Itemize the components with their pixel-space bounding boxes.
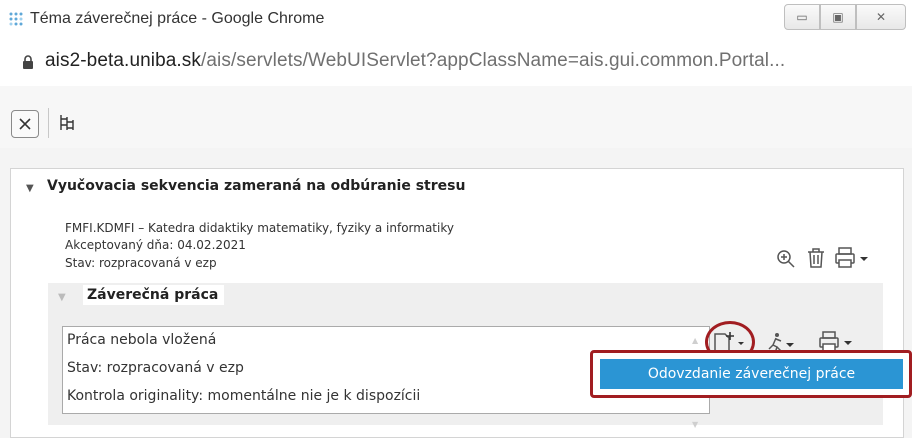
scroll-down-icon[interactable]: ▼: [692, 420, 698, 429]
window-title: Téma záverečnej práce - Google Chrome: [30, 10, 325, 27]
hierarchy-icon[interactable]: [58, 114, 76, 132]
sequence-status-text: Stav: rozpracovaná v ezp: [65, 256, 217, 270]
minimize-icon: ▭: [796, 10, 808, 24]
address-bar[interactable]: ais2-beta.uniba.sk/ais/servlets/WebUISer…: [0, 40, 912, 87]
thesis-line: Stav: rozpracovaná v ezp: [67, 360, 244, 376]
department-text: FMFI.KDMFI – Katedra didaktiky matematik…: [65, 221, 454, 235]
thesis-line: Práca nebola vložená: [67, 332, 217, 348]
scroll-up-icon[interactable]: ▲: [692, 336, 698, 345]
window-controls: ▭ ▣ ✕: [784, 4, 906, 30]
thesis-title: Záverečná práca: [83, 285, 225, 305]
sequence-title: Vyučovacia sekvencia zameraná na odbúran…: [47, 178, 466, 194]
url-path: /ais/servlets/WebUIServlet?appClassName=…: [201, 50, 786, 71]
close-icon: [19, 118, 31, 130]
url-text[interactable]: ais2-beta.uniba.sk/ais/servlets/WebUISer…: [45, 50, 785, 72]
zoom-in-icon[interactable]: [776, 249, 796, 269]
app-toolbar: [0, 86, 912, 149]
submit-thesis-menu-item[interactable]: Odovzdanie záverečnej práce: [600, 359, 903, 389]
maximize-button[interactable]: ▣: [820, 4, 856, 30]
toolbar-divider: [48, 108, 49, 138]
accepted-date-text: Akceptovaný dňa: 04.02.2021: [65, 238, 246, 252]
window-titlebar: Téma záverečnej práce - Google Chrome ▭ …: [0, 0, 912, 40]
collapse-arrow-icon[interactable]: ▼: [26, 183, 34, 194]
trash-icon[interactable]: [806, 247, 826, 269]
maximize-icon: ▣: [832, 10, 844, 24]
url-host: ais2-beta.uniba.sk: [45, 50, 202, 71]
minimize-button[interactable]: ▭: [784, 4, 820, 30]
close-window-button[interactable]: ✕: [856, 4, 906, 30]
close-window-icon: ✕: [875, 10, 887, 24]
dropdown-menu: Odovzdanie záverečnej práce: [590, 350, 912, 398]
app-icon: [9, 12, 23, 26]
thesis-line: Kontrola originality: momentálne nie je …: [67, 388, 421, 404]
close-dialog-button[interactable]: [11, 110, 39, 138]
print-icon[interactable]: [834, 247, 874, 269]
lock-icon: [23, 55, 33, 69]
thesis-collapse-arrow-icon[interactable]: ▼: [58, 292, 66, 303]
